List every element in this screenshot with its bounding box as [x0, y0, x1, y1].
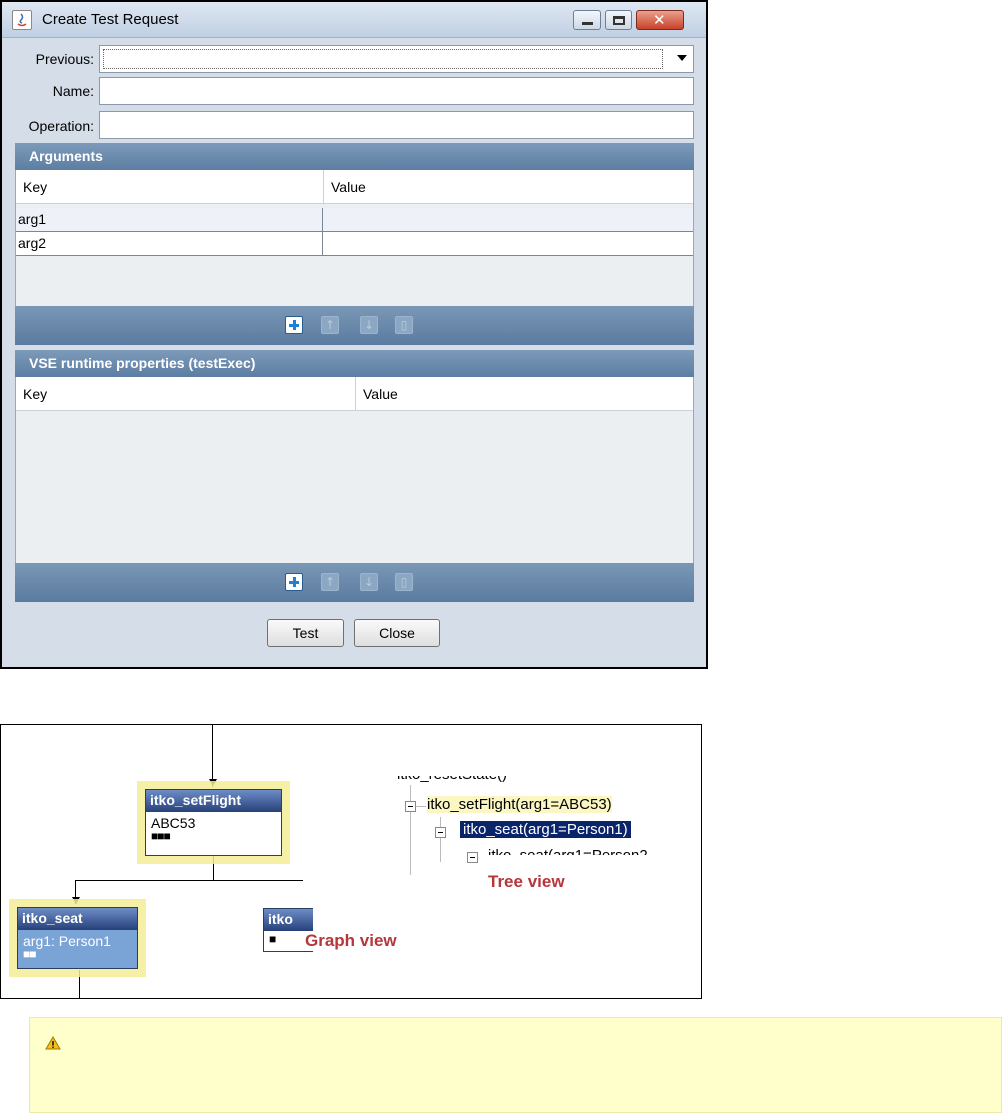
maximize-button[interactable] [605, 10, 632, 30]
properties-table-header: Key Value [16, 377, 693, 411]
tree-item-seat-person2[interactable]: itko_seat(arg1=Person2 [488, 847, 648, 855]
arrow-down-icon[interactable]: ↓ [360, 316, 378, 334]
node-dots: ■■ [23, 947, 37, 961]
graph-node-seat[interactable]: itko_seat arg1: Person1 ■■ [17, 907, 138, 969]
graph-tree-comparison-panel: itko_setFlight ABC53 ■■■ itko_seat arg1:… [0, 724, 702, 999]
plus-icon[interactable] [285, 573, 303, 591]
warning-note-box [29, 1017, 1002, 1113]
arg-value-cell[interactable] [322, 232, 692, 256]
tree-item-resetstate[interactable]: itko_resetState() [397, 776, 507, 783]
column-header-key[interactable]: Key [16, 377, 355, 411]
node-dots: ■ [269, 932, 276, 946]
arrow-down-icon[interactable]: ↓ [360, 573, 378, 591]
arg-key-cell[interactable]: arg2 [16, 232, 322, 256]
window-title: Create Test Request [42, 11, 179, 28]
connector-line [79, 970, 80, 998]
collapse-icon[interactable] [435, 827, 446, 838]
maximize-icon [613, 16, 625, 25]
tree-guide-line [440, 817, 441, 862]
node-body: ABC53 ■■■ [146, 812, 281, 844]
connector-line [75, 880, 303, 881]
operation-label: Operation: [28, 118, 94, 134]
tree-guide-line [416, 806, 426, 807]
node-title: itko_setFlight [146, 790, 281, 812]
node-dots: ■■■ [151, 829, 171, 843]
node-title: itko_seat [18, 908, 137, 930]
chevron-down-icon[interactable] [677, 55, 687, 61]
minimize-icon [582, 22, 593, 25]
previous-combobox-value [103, 49, 663, 69]
tree-item-seat-person1[interactable]: itko_seat(arg1=Person1) [460, 821, 631, 838]
operation-input[interactable] [99, 111, 694, 139]
node-body: arg1: Person1 ■■ [18, 930, 137, 962]
column-header-key[interactable]: Key [16, 170, 323, 204]
graph-view-label: Graph view [305, 931, 397, 950]
arg-value-cell[interactable] [322, 208, 692, 232]
delete-icon[interactable]: ▯ [395, 316, 413, 334]
name-label: Name: [52, 83, 94, 99]
delete-icon[interactable]: ▯ [395, 573, 413, 591]
tree-view-label: Tree view [488, 872, 565, 891]
connector-line [212, 725, 213, 787]
test-button[interactable]: Test [267, 619, 344, 647]
arguments-toolbar: ↑ ↓ ▯ [15, 306, 694, 345]
arrow-up-icon[interactable]: ↑ [321, 573, 339, 591]
close-button[interactable]: Close [354, 619, 440, 647]
table-row[interactable]: arg2 [16, 232, 693, 256]
arrow-up-icon[interactable]: ↑ [321, 316, 339, 334]
arguments-section-header: Arguments [15, 143, 694, 170]
arg-key-cell[interactable]: arg1 [16, 208, 322, 232]
java-app-icon [12, 10, 32, 30]
tree-guide-line [410, 785, 411, 875]
arrow-head [72, 897, 80, 904]
properties-toolbar: ↑ ↓ ▯ [15, 563, 694, 602]
column-header-value[interactable]: Value [323, 170, 693, 204]
arguments-table[interactable]: Key Value arg1 arg2 [15, 170, 694, 306]
dialog-client-area: Previous: Name: Operation: Arguments Key… [2, 38, 706, 667]
collapse-icon[interactable] [467, 852, 478, 863]
warning-icon [45, 1036, 61, 1050]
previous-label: Previous: [35, 51, 94, 67]
tree-item-setflight[interactable]: itko_setFlight(arg1=ABC53) [427, 796, 612, 813]
node-value: arg1: Person1 [23, 933, 111, 949]
table-row[interactable]: arg1 [16, 208, 693, 232]
graph-node-setflight[interactable]: itko_setFlight ABC53 ■■■ [145, 789, 282, 856]
collapse-icon[interactable] [405, 801, 416, 812]
close-window-button[interactable]: ✕ [636, 10, 684, 30]
node-title: itko [264, 909, 313, 931]
title-bar[interactable]: Create Test Request ✕ [2, 2, 706, 38]
properties-section-header: VSE runtime properties (testExec) [15, 350, 694, 377]
arguments-table-header: Key Value [16, 170, 693, 204]
name-input[interactable] [99, 77, 694, 105]
close-icon: ✕ [653, 11, 666, 29]
plus-icon[interactable] [285, 316, 303, 334]
properties-table[interactable]: Key Value [15, 377, 694, 563]
column-header-value[interactable]: Value [355, 377, 693, 411]
minimize-button[interactable] [573, 10, 601, 30]
previous-combobox[interactable] [99, 45, 694, 73]
create-test-request-window: Create Test Request ✕ Previous: Name: Op… [0, 0, 708, 669]
arrow-head [209, 779, 217, 786]
connector-line [213, 856, 214, 880]
